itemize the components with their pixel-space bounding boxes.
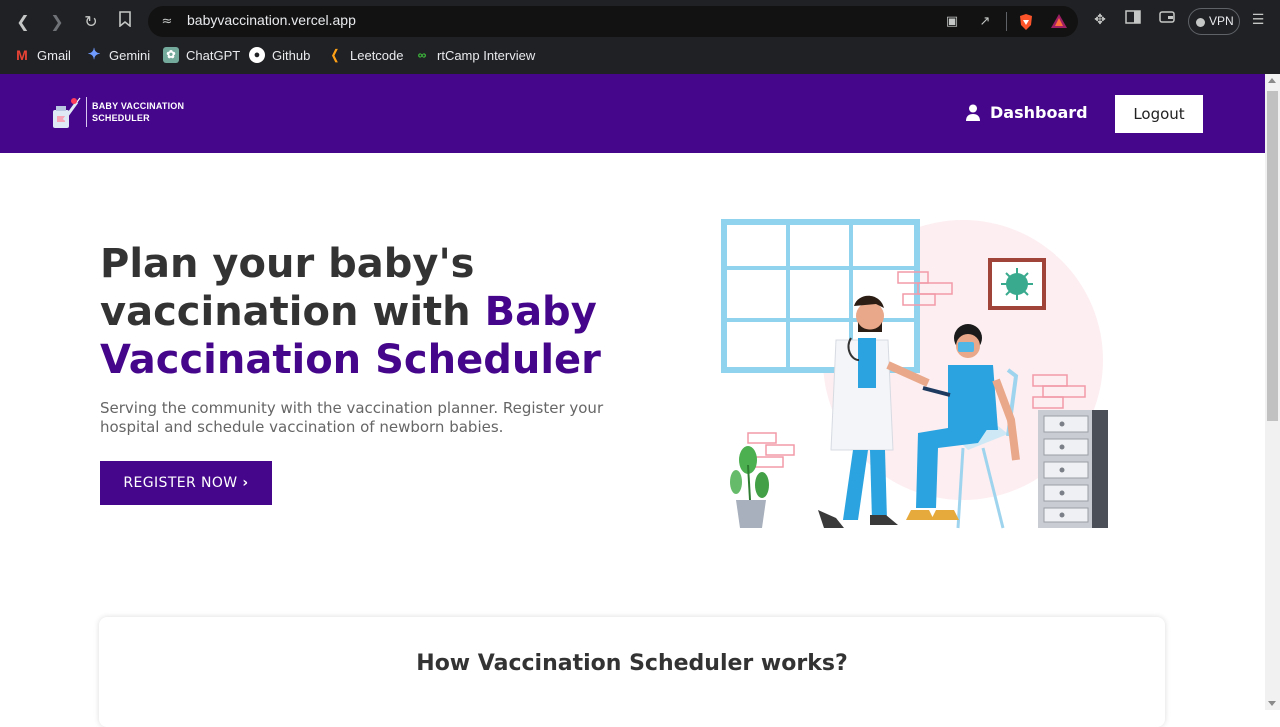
scroll-thumb[interactable] bbox=[1267, 91, 1278, 421]
hero-title: Plan your baby's vaccination with Baby V… bbox=[100, 240, 660, 384]
browser-chrome: ❮ ❯ ↻ ≈ babyvaccination.vercel.app ▣ ↗ ✥… bbox=[0, 0, 1280, 74]
wallet-icon[interactable] bbox=[1157, 10, 1177, 30]
how-it-works-title: How Vaccination Scheduler works? bbox=[416, 651, 848, 676]
bookmark-label: ChatGPT bbox=[186, 47, 241, 63]
dashboard-label: Dashboard bbox=[990, 103, 1088, 122]
bookmark-gmail[interactable]: M Gmail bbox=[14, 44, 71, 66]
site-settings-icon[interactable]: ≈ bbox=[158, 13, 176, 31]
bookmark-github[interactable]: ● Github bbox=[249, 44, 310, 66]
gemini-icon: ✦ bbox=[87, 46, 101, 63]
bookmark-label: Github bbox=[272, 47, 311, 63]
share-icon[interactable]: ↗ bbox=[976, 13, 994, 31]
hero-title-accent-1: Baby bbox=[484, 289, 597, 335]
github-icon: ● bbox=[249, 47, 265, 63]
hero-title-line-2: vaccination with bbox=[100, 289, 485, 335]
sidebar-icon[interactable] bbox=[1123, 10, 1143, 30]
url-text[interactable]: babyvaccination.vercel.app bbox=[187, 12, 356, 28]
register-now-button[interactable]: REGISTER NOW › bbox=[100, 461, 272, 505]
back-icon[interactable]: ❮ bbox=[11, 10, 35, 34]
bookmarks-bar: M Gmail ✦ Gemini ✿ ChatGPT ● Github ❬ Le… bbox=[0, 44, 1280, 66]
logout-button[interactable]: Logout bbox=[1115, 95, 1203, 133]
page-scrollbar[interactable] bbox=[1265, 74, 1280, 710]
user-icon bbox=[966, 104, 980, 121]
leetcode-icon: ❬ bbox=[329, 47, 341, 62]
dashboard-link[interactable]: Dashboard bbox=[965, 103, 1088, 122]
chatgpt-icon: ✿ bbox=[163, 47, 179, 63]
vpn-status-icon bbox=[1196, 18, 1205, 27]
site-logo[interactable]: BABY VACCINATION SCHEDULER bbox=[50, 94, 184, 130]
hero-title-accent-2: Vaccination Scheduler bbox=[100, 337, 601, 383]
site-header: BABY VACCINATION SCHEDULER Dashboard Log… bbox=[0, 74, 1265, 153]
scroll-up-icon[interactable] bbox=[1268, 78, 1276, 83]
extensions-icon[interactable]: ✥ bbox=[1090, 10, 1110, 30]
gmail-icon: M bbox=[16, 47, 28, 63]
bookmark-chatgpt[interactable]: ✿ ChatGPT bbox=[163, 44, 240, 66]
bookmark-rtcamp[interactable]: ∞ rtCamp Interview bbox=[414, 44, 536, 66]
rtcamp-icon: ∞ bbox=[417, 48, 427, 62]
bookmark-label: rtCamp Interview bbox=[437, 47, 536, 63]
brave-rewards-icon[interactable] bbox=[1050, 13, 1068, 31]
how-it-works-card: How Vaccination Scheduler works? bbox=[99, 617, 1165, 727]
hero-subtitle: Serving the community with the vaccinati… bbox=[100, 399, 604, 436]
cast-icon[interactable]: ▣ bbox=[943, 13, 961, 31]
vpn-button[interactable]: VPN bbox=[1188, 8, 1240, 35]
bookmark-page-icon[interactable] bbox=[113, 10, 137, 34]
bookmark-label: Leetcode bbox=[350, 47, 404, 63]
vaccine-logo-icon bbox=[50, 94, 82, 130]
bookmark-leetcode[interactable]: ❬ Leetcode bbox=[327, 44, 404, 66]
doctor-vaccination-illustration bbox=[718, 210, 1113, 532]
url-divider bbox=[1006, 12, 1007, 31]
bookmark-label: Gmail bbox=[37, 47, 71, 63]
scroll-down-icon[interactable] bbox=[1268, 701, 1276, 706]
bookmark-gemini[interactable]: ✦ Gemini bbox=[86, 44, 150, 66]
bookmark-label: Gemini bbox=[109, 47, 151, 63]
hero-title-line-1: Plan your baby's bbox=[100, 241, 475, 287]
menu-icon[interactable]: ☰ bbox=[1248, 10, 1268, 30]
vpn-label: VPN bbox=[1209, 14, 1234, 28]
forward-icon[interactable]: ❯ bbox=[45, 10, 69, 34]
reload-icon[interactable]: ↻ bbox=[79, 10, 103, 34]
brave-shield-icon[interactable] bbox=[1017, 13, 1035, 31]
register-label: REGISTER NOW bbox=[123, 475, 238, 491]
address-bar[interactable]: ≈ babyvaccination.vercel.app ▣ ↗ bbox=[148, 6, 1078, 37]
logo-line-2: SCHEDULER bbox=[92, 113, 150, 123]
logo-divider bbox=[86, 97, 87, 127]
chevron-right-icon: › bbox=[242, 475, 249, 491]
logo-text: BABY VACCINATION SCHEDULER bbox=[92, 100, 184, 124]
logo-line-1: BABY VACCINATION bbox=[92, 101, 185, 111]
